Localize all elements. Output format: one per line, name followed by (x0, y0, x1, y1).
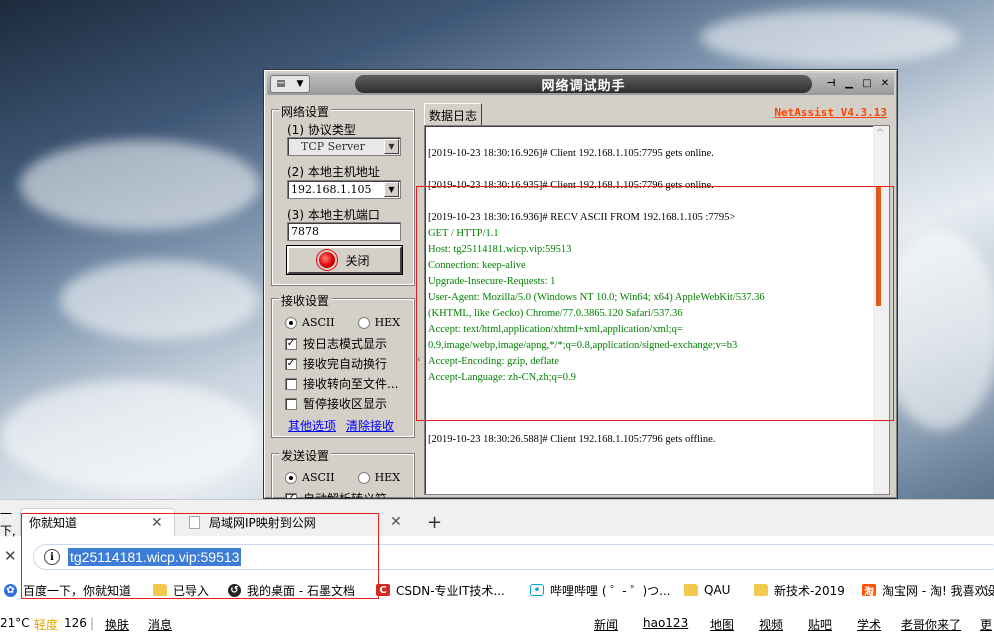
new-tab-button[interactable]: + (427, 512, 442, 533)
close-icon[interactable]: ✕ (390, 514, 402, 530)
title-bar: ▤ ▼ 网络调试助手 ⊣ ▁ □ ✕ (267, 73, 894, 95)
close-button-label: 关闭 (345, 253, 370, 268)
baidu-top-bar: 21°C 轻度 126 | 换肤 消息 新闻 hao123 地图 视频 贴吧 学… (0, 612, 994, 634)
radio-label: HEX (374, 471, 401, 484)
message-link[interactable]: 消息 (148, 616, 172, 633)
group-title: 网络设置 (279, 103, 332, 120)
radio-selected-icon (285, 316, 297, 329)
port-value: 7878 (291, 225, 319, 238)
receive-settings-group: 接收设置 ASCII HEX ✓ 按日志模式显示 ✓ 接收完自动换行 接收转向至… (271, 292, 415, 438)
bookmark-label: QAU (704, 583, 731, 597)
bilibili-icon: • (530, 584, 544, 596)
radio-label: ASCII (302, 471, 335, 484)
nav-hao123[interactable]: hao123 (643, 616, 688, 630)
taobao-icon: 淘 (862, 584, 876, 598)
nav-map[interactable]: 地图 (710, 616, 734, 633)
port-label: (3) 本地主机端口 (287, 208, 380, 222)
user-name-link[interactable]: 老哥你来了 (901, 616, 961, 633)
tab-label: 一下, (0, 507, 16, 538)
version-link[interactable]: NetAssist V4.3.13 (774, 106, 887, 119)
status-led-icon (319, 252, 336, 268)
bookmark-bilibili[interactable]: • 哔哩哔哩 ( ゜- ゜)つ... (530, 582, 671, 599)
host-value: 192.168.1.105 (291, 183, 372, 196)
pin-icon[interactable]: ⊣ (824, 75, 838, 91)
checkmark-icon: ✓ (285, 337, 297, 350)
weather-temp: 21°C (0, 616, 30, 630)
nav-tieba[interactable]: 贴吧 (808, 616, 832, 633)
checkbox-empty (285, 377, 297, 390)
close-connection-button[interactable]: 关闭 (286, 245, 403, 275)
bookmark-taobao[interactable]: 淘 淘宝网 - 淘! 我喜欢 (862, 582, 987, 599)
chevron-down-icon[interactable]: ▼ (384, 182, 399, 197)
port-input[interactable]: 7878 (287, 222, 401, 241)
bookmark-label: 设 (984, 583, 994, 598)
bookmark-more[interactable]: 设 (984, 582, 994, 599)
maximize-button[interactable]: □ (860, 75, 874, 91)
protocol-select[interactable]: TCP Server ▼ (287, 137, 401, 156)
pause-display-checkbox[interactable]: 暂停接收区显示 (285, 395, 387, 412)
send-settings-group: 发送设置 ASCII HEX ✓ 自动解析转义符 (271, 447, 415, 499)
browser-tab-partial[interactable]: 一下, (0, 507, 20, 538)
group-title: 发送设置 (279, 447, 332, 464)
auto-newline-checkbox[interactable]: ✓ 接收完自动换行 (285, 355, 387, 372)
checkbox-label: 自动解析转义符 (303, 492, 388, 499)
log-line: [2019-10-23 18:30:26.588]# Client 192.16… (428, 434, 716, 445)
tab-data-log[interactable]: 数据日志 (424, 103, 483, 127)
dropdown-icon: ▼ (296, 79, 304, 89)
bookmark-label: 淘宝网 - 淘! 我喜欢 (882, 583, 987, 598)
minimize-button[interactable]: ▁ (842, 75, 856, 91)
highlight-box-request (416, 186, 894, 421)
nav-scholar[interactable]: 学术 (857, 616, 881, 633)
aqi-word: 轻度 (34, 618, 59, 632)
baidu-paw-icon: ✿ (4, 583, 17, 597)
folder-icon (684, 584, 698, 596)
radio-label: HEX (374, 316, 401, 329)
system-menu-button[interactable]: ▤ ▼ (270, 75, 310, 93)
send-ascii-radio[interactable]: ASCII HEX (285, 471, 400, 484)
redirect-file-checkbox[interactable]: 接收转向至文件... (285, 375, 398, 392)
radio-label: ASCII (302, 316, 335, 329)
window-title: 网络调试助手 (355, 75, 812, 94)
chevron-down-icon[interactable]: ▼ (384, 139, 399, 154)
stop-icon[interactable]: ✕ (4, 547, 17, 565)
nav-news[interactable]: 新闻 (594, 616, 618, 633)
skin-link[interactable]: 换肤 (105, 616, 129, 633)
aqi-value: 126 (64, 616, 87, 630)
folder-icon (754, 584, 768, 596)
highlight-box-url (21, 513, 379, 599)
checkbox-label: 暂停接收区显示 (303, 397, 388, 411)
checkbox-label: 接收完自动换行 (303, 357, 388, 371)
log-mode-checkbox[interactable]: ✓ 按日志模式显示 (285, 335, 387, 352)
network-settings-group: 网络设置 (1) 协议类型 TCP Server ▼ (2) 本地主机地址 19… (271, 103, 415, 286)
nav-video[interactable]: 视频 (759, 616, 783, 633)
radio-selected-icon (285, 471, 297, 484)
checkbox-label: 按日志模式显示 (303, 337, 388, 351)
clear-receive-link[interactable]: 清除接收 (346, 417, 394, 434)
host-select[interactable]: 192.168.1.105 ▼ (287, 180, 401, 199)
bookmark-qau[interactable]: QAU (684, 583, 730, 597)
protocol-label: (1) 协议类型 (287, 123, 356, 137)
recv-hex-radio[interactable] (357, 316, 370, 329)
bookmark-label: 哔哩哔哩 ( ゜- ゜)つ... (550, 583, 671, 598)
host-label: (2) 本地主机地址 (287, 165, 380, 179)
checkmark-icon: ✓ (285, 357, 297, 370)
chevron-up-icon[interactable]: ^ (876, 128, 884, 139)
nav-more[interactable]: 更 (980, 616, 992, 633)
bookmark-label: 新技术-2019 (774, 583, 845, 598)
parse-escape-checkbox[interactable]: ✓ 自动解析转义符 (285, 490, 388, 499)
checkbox-empty (285, 397, 297, 410)
more-options-link[interactable]: 其他选项 (288, 417, 336, 434)
window-icon: ▤ (276, 79, 286, 89)
log-line: [2019-10-23 18:30:16.926]# Client 192.16… (428, 148, 714, 159)
close-window-button[interactable]: ✕ (878, 75, 892, 91)
bookmark-csdn[interactable]: C CSDN-专业IT技术... (376, 582, 505, 599)
separator: | (90, 616, 95, 630)
protocol-value: TCP Server (301, 140, 365, 153)
bookmark-newtech[interactable]: 新技术-2019 (754, 582, 845, 599)
send-hex-radio[interactable] (357, 471, 370, 484)
bookmark-label: CSDN-专业IT技术... (396, 583, 505, 598)
recv-ascii-radio[interactable]: ASCII HEX (285, 316, 400, 329)
checkbox-label: 接收转向至文件... (303, 377, 399, 391)
group-title: 接收设置 (279, 292, 332, 309)
